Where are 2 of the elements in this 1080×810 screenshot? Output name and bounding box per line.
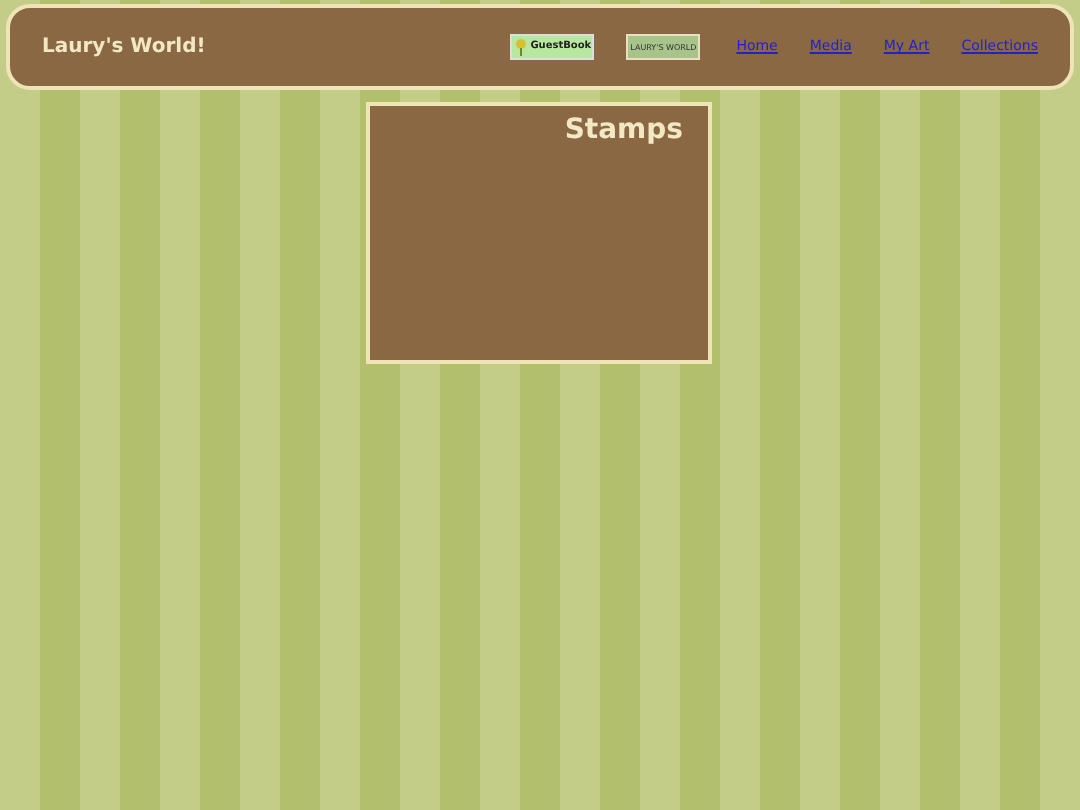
- site-title: Laury's World!: [42, 34, 206, 62]
- panel-title: Stamps: [562, 112, 685, 150]
